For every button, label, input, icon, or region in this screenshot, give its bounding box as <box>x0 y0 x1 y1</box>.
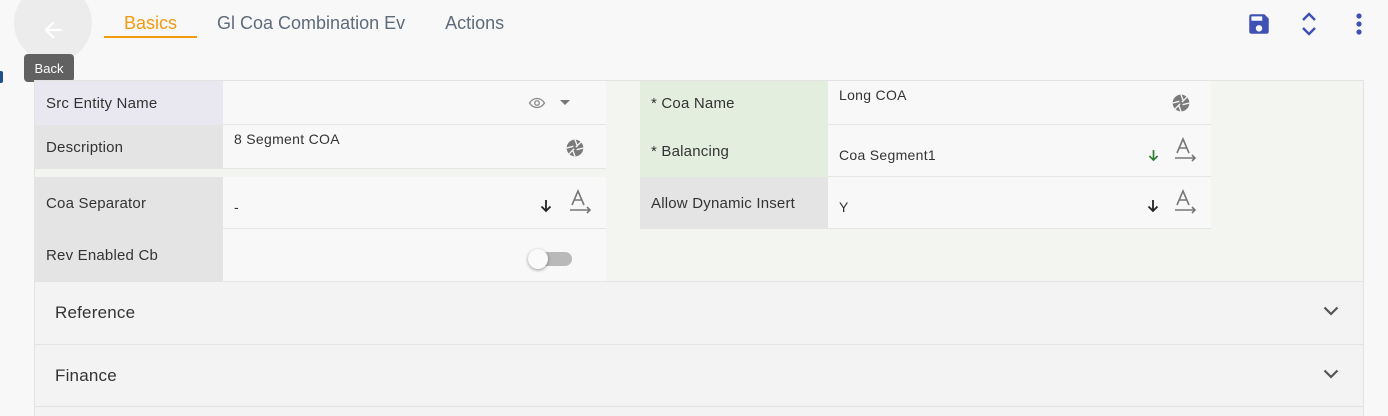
chevron-down-icon[interactable] <box>1323 303 1339 321</box>
dropdown-caret-icon[interactable] <box>557 96 573 110</box>
text-format-icon[interactable] <box>1174 189 1198 215</box>
src-entity-name-label: Src Entity Name <box>35 81 223 125</box>
save-icon <box>1249 14 1269 34</box>
allow-dynamic-insert-value: Y <box>839 199 849 215</box>
save-button[interactable] <box>1245 10 1273 38</box>
balancing-input[interactable]: Coa Segment1 <box>828 125 1211 177</box>
page: { "nav": { "back_tooltip": "Back", "tabs… <box>0 0 1388 416</box>
arrow-left-icon <box>44 21 62 39</box>
chevron-down-icon[interactable] <box>1323 366 1339 384</box>
coa-name-value: Long COA <box>839 87 907 103</box>
basics-form: Src Entity Name Description 8 Segment CO… <box>34 80 1364 282</box>
coa-name-label: * Coa Name <box>640 81 828 125</box>
coa-name-input[interactable]: Long COA <box>828 81 1211 125</box>
tab-gl-coa-combination-ev[interactable]: Gl Coa Combination Ev <box>197 0 425 38</box>
text-format-icon[interactable] <box>569 189 593 215</box>
expand-collapse-button[interactable] <box>1295 10 1323 38</box>
arrow-down-icon[interactable] <box>539 198 553 214</box>
rev-enabled-toggle-knob[interactable] <box>528 249 548 269</box>
edge-marker <box>0 71 3 83</box>
field-description: Description 8 Segment COA <box>35 125 606 177</box>
allow-dynamic-insert-label: Allow Dynamic Insert <box>640 177 828 229</box>
eye-icon[interactable] <box>527 94 547 112</box>
section-finance[interactable]: Finance <box>34 345 1364 407</box>
rev-enabled-cb-field <box>223 229 606 282</box>
tab-actions[interactable]: Actions <box>425 0 524 38</box>
rev-enabled-cb-label: Rev Enabled Cb <box>35 229 223 282</box>
tab-bar: Basics Gl Coa Combination Ev Actions <box>104 0 524 38</box>
section-reference[interactable]: Reference <box>34 282 1364 345</box>
section-finance-title: Finance <box>55 365 117 385</box>
field-src-entity-name: Src Entity Name <box>35 81 606 125</box>
coa-separator-value: - <box>234 199 239 215</box>
field-coa-name: * Coa Name Long COA <box>640 81 1211 125</box>
balancing-value: Coa Segment1 <box>839 147 936 163</box>
src-entity-name-select[interactable] <box>223 81 606 125</box>
description-input[interactable]: 8 Segment COA <box>223 125 606 169</box>
field-coa-separator: Coa Separator - <box>35 177 606 229</box>
coa-separator-label: Coa Separator <box>35 177 223 229</box>
balancing-label: * Balancing <box>640 125 828 177</box>
section-next-collapsed[interactable] <box>34 407 1364 416</box>
tab-basics[interactable]: Basics <box>104 0 198 38</box>
allow-dynamic-insert-input[interactable]: Y <box>828 177 1211 229</box>
field-balancing: * Balancing Coa Segment1 <box>640 125 1211 177</box>
aperture-icon[interactable] <box>564 137 586 159</box>
description-value: 8 Segment COA <box>234 131 340 147</box>
field-allow-dynamic-insert: Allow Dynamic Insert Y <box>640 177 1211 229</box>
more-options-button[interactable] <box>1345 10 1373 38</box>
back-button[interactable] <box>14 0 92 62</box>
description-label: Description <box>35 125 223 169</box>
arrow-down-icon[interactable] <box>1146 198 1160 214</box>
back-tooltip: Back <box>24 54 74 82</box>
field-rev-enabled-cb: Rev Enabled Cb <box>35 229 606 282</box>
text-format-icon[interactable] <box>1174 137 1198 163</box>
coa-separator-input[interactable]: - <box>223 177 606 229</box>
unfold-icon <box>1302 12 1316 36</box>
more-vert-icon <box>1356 13 1362 35</box>
section-reference-title: Reference <box>55 303 136 322</box>
aperture-icon[interactable] <box>1170 92 1192 114</box>
arrow-down-icon[interactable] <box>1146 147 1160 163</box>
